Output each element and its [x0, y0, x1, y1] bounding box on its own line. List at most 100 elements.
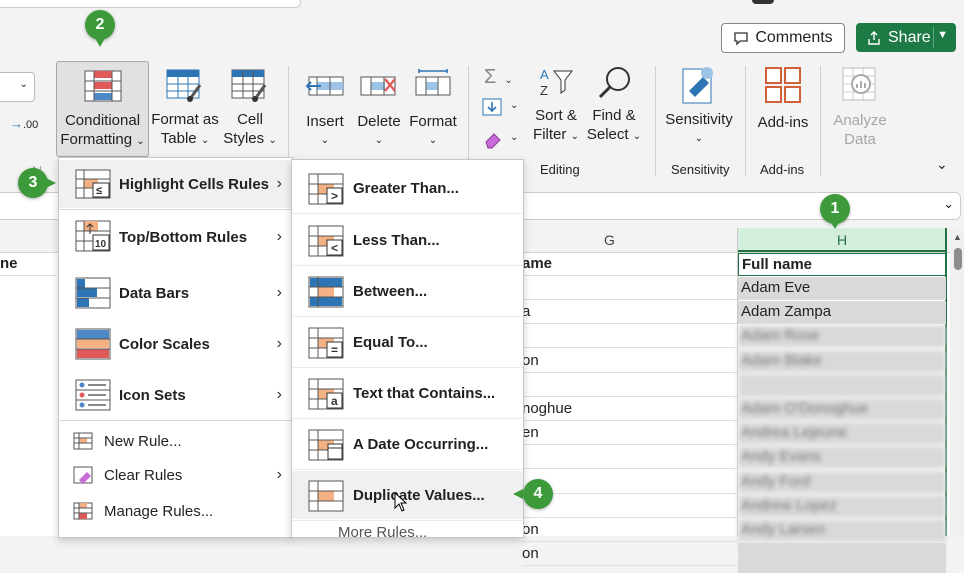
- sensitivity-dropdown-icon: ⌄: [694, 133, 704, 144]
- sort-filter-button[interactable]: A Z Sort & Filter ⌄: [530, 61, 582, 155]
- scroll-up-icon[interactable]: ▲: [953, 232, 962, 242]
- group-label-sensitivity: Sensitivity: [671, 162, 730, 177]
- submenu-item-text-that-contains[interactable]: a Text that Contains...: [292, 369, 523, 417]
- cell-h[interactable]: Andrew Lopez: [738, 494, 946, 518]
- share-button[interactable]: Share ▼: [856, 23, 956, 52]
- share-dropdown-icon[interactable]: ▼: [937, 29, 948, 41]
- column-header-h[interactable]: H: [738, 228, 946, 252]
- format-dropdown-icon: ⌄: [428, 135, 438, 146]
- submenu-arrow-icon: ›: [276, 466, 282, 483]
- highlight-cells-icon: ≤: [75, 169, 111, 199]
- cell-g[interactable]: [522, 374, 737, 397]
- group-label-editing: Editing: [540, 162, 580, 177]
- cell-g[interactable]: en: [522, 422, 737, 446]
- cell-g[interactable]: [522, 325, 737, 349]
- header-cell-left[interactable]: ne: [0, 253, 56, 276]
- scroll-thumb[interactable]: [954, 248, 962, 270]
- eraser-icon: [485, 133, 501, 149]
- cell-h[interactable]: Andy Larsen: [738, 519, 946, 542]
- comments-button[interactable]: Comments: [721, 23, 845, 53]
- rule-icon: <: [308, 225, 344, 257]
- column-header-g[interactable]: G: [604, 232, 615, 248]
- menu-separator: [292, 367, 523, 368]
- font-size-combo[interactable]: ⌄: [0, 72, 35, 102]
- svg-text:<: <: [331, 241, 338, 255]
- header-cell-h[interactable]: Full name: [738, 253, 946, 276]
- cell-g[interactable]: [522, 471, 737, 494]
- menu-item-icon-sets[interactable]: Icon Sets ›: [59, 370, 292, 420]
- format-as-table-button[interactable]: Format as Table ⌄: [150, 61, 220, 155]
- menu-item-color-scales[interactable]: Color Scales ›: [59, 319, 292, 369]
- cell-g[interactable]: on: [522, 543, 737, 567]
- ribbon-separator: [745, 66, 746, 176]
- insert-button[interactable]: Insert ⌄: [300, 61, 350, 155]
- new-rule-icon: [73, 432, 93, 450]
- cell-g[interactable]: noghue: [522, 398, 737, 421]
- cell-h[interactable]: Adam Rose: [738, 325, 946, 349]
- cell-h[interactable]: Andrea Lejeune: [738, 422, 946, 446]
- format-cells-icon: [415, 69, 451, 96]
- analyze-data-button[interactable]: Analyze Data: [828, 61, 892, 155]
- submenu-item-more-rules[interactable]: More Rules...: [292, 524, 523, 540]
- cell-h[interactable]: Adam Blake: [738, 349, 946, 373]
- svg-text:A: A: [540, 67, 549, 82]
- cell-g[interactable]: [522, 495, 737, 518]
- decimal-label: .00: [23, 119, 39, 131]
- ribbon-separator: [820, 66, 821, 176]
- cell-h[interactable]: [738, 373, 946, 397]
- header-cell-g[interactable]: ame: [522, 253, 737, 276]
- cell-h[interactable]: Andy Ford: [738, 470, 946, 494]
- autosum-button[interactable]: Σ ⌄: [484, 66, 513, 89]
- sensitivity-button[interactable]: Sensitivity ⌄: [662, 61, 736, 155]
- find-select-button[interactable]: Find & Select ⌄: [586, 61, 642, 155]
- clear-button[interactable]: ⌄: [482, 130, 518, 153]
- delete-button[interactable]: Delete ⌄: [354, 61, 404, 155]
- submenu-item-less-than[interactable]: < Less Than...: [292, 216, 523, 264]
- ribbon-separator: [655, 66, 656, 176]
- format-as-table-icon: [166, 69, 202, 102]
- cs-dropdown-icon: ⌄: [268, 135, 277, 146]
- menu-label: Color Scales: [119, 335, 210, 353]
- fat-label-2: Table: [160, 130, 197, 147]
- color-scales-icon: [75, 328, 111, 360]
- submenu-item-equal-to[interactable]: = Equal To...: [292, 318, 523, 366]
- formula-expand-icon[interactable]: ⌄: [943, 196, 954, 212]
- cell-h[interactable]: Adam Zampa: [738, 301, 946, 325]
- submenu-item-between[interactable]: Between...: [292, 267, 523, 315]
- addins-button[interactable]: Add-ins: [752, 61, 814, 155]
- submenu-arrow-icon: ›: [276, 386, 282, 403]
- cell-g[interactable]: on: [522, 350, 737, 373]
- cell-g[interactable]: [522, 277, 737, 300]
- submenu-label: Greater Than...: [353, 179, 459, 197]
- menu-item-highlight-cells-rules[interactable]: ≤ Highlight Cells Rules ›: [59, 160, 292, 208]
- menu-label: Manage Rules...: [104, 502, 214, 520]
- cell-g[interactable]: [522, 446, 737, 470]
- svg-text:=: =: [331, 343, 338, 357]
- format-button[interactable]: Format ⌄: [408, 61, 458, 155]
- cell-styles-button[interactable]: Cell Styles ⌄: [222, 61, 278, 155]
- ribbon-collapse-icon[interactable]: ⌄: [936, 156, 948, 173]
- search-box[interactable]: [0, 0, 301, 8]
- svg-text:Z: Z: [540, 83, 548, 98]
- svg-text:≤: ≤: [96, 185, 102, 197]
- svg-text:>: >: [331, 189, 338, 203]
- cell-g[interactable]: on: [522, 519, 737, 542]
- cell-g[interactable]: a: [522, 301, 737, 325]
- decrease-decimal-button[interactable]: →.00: [10, 116, 38, 131]
- conditional-formatting-button[interactable]: Conditional Formatting ⌄: [56, 61, 149, 157]
- menu-item-new-rule[interactable]: New Rule...: [59, 424, 292, 458]
- submenu-arrow-icon: ›: [276, 335, 282, 352]
- menu-item-top-bottom-rules[interactable]: 10 Top/Bottom Rules ›: [59, 212, 292, 262]
- submenu-item-a-date-occurring[interactable]: A Date Occurring...: [292, 420, 523, 468]
- cell-h[interactable]: Adam Eve: [738, 277, 946, 300]
- insert-dropdown-icon: ⌄: [320, 135, 330, 146]
- vertical-scrollbar[interactable]: [950, 228, 964, 536]
- cell-h[interactable]: Andy Evans: [738, 446, 946, 470]
- fill-button[interactable]: ⌄: [482, 98, 518, 121]
- submenu-item-greater-than[interactable]: > Greater Than...: [292, 164, 523, 212]
- format-label: Format: [409, 113, 457, 130]
- menu-item-manage-rules[interactable]: Manage Rules...: [59, 494, 292, 528]
- menu-item-clear-rules[interactable]: Clear Rules ›: [59, 458, 292, 492]
- cell-h[interactable]: Adam O'Donoghue: [738, 398, 946, 421]
- menu-item-data-bars[interactable]: Data Bars ›: [59, 268, 292, 318]
